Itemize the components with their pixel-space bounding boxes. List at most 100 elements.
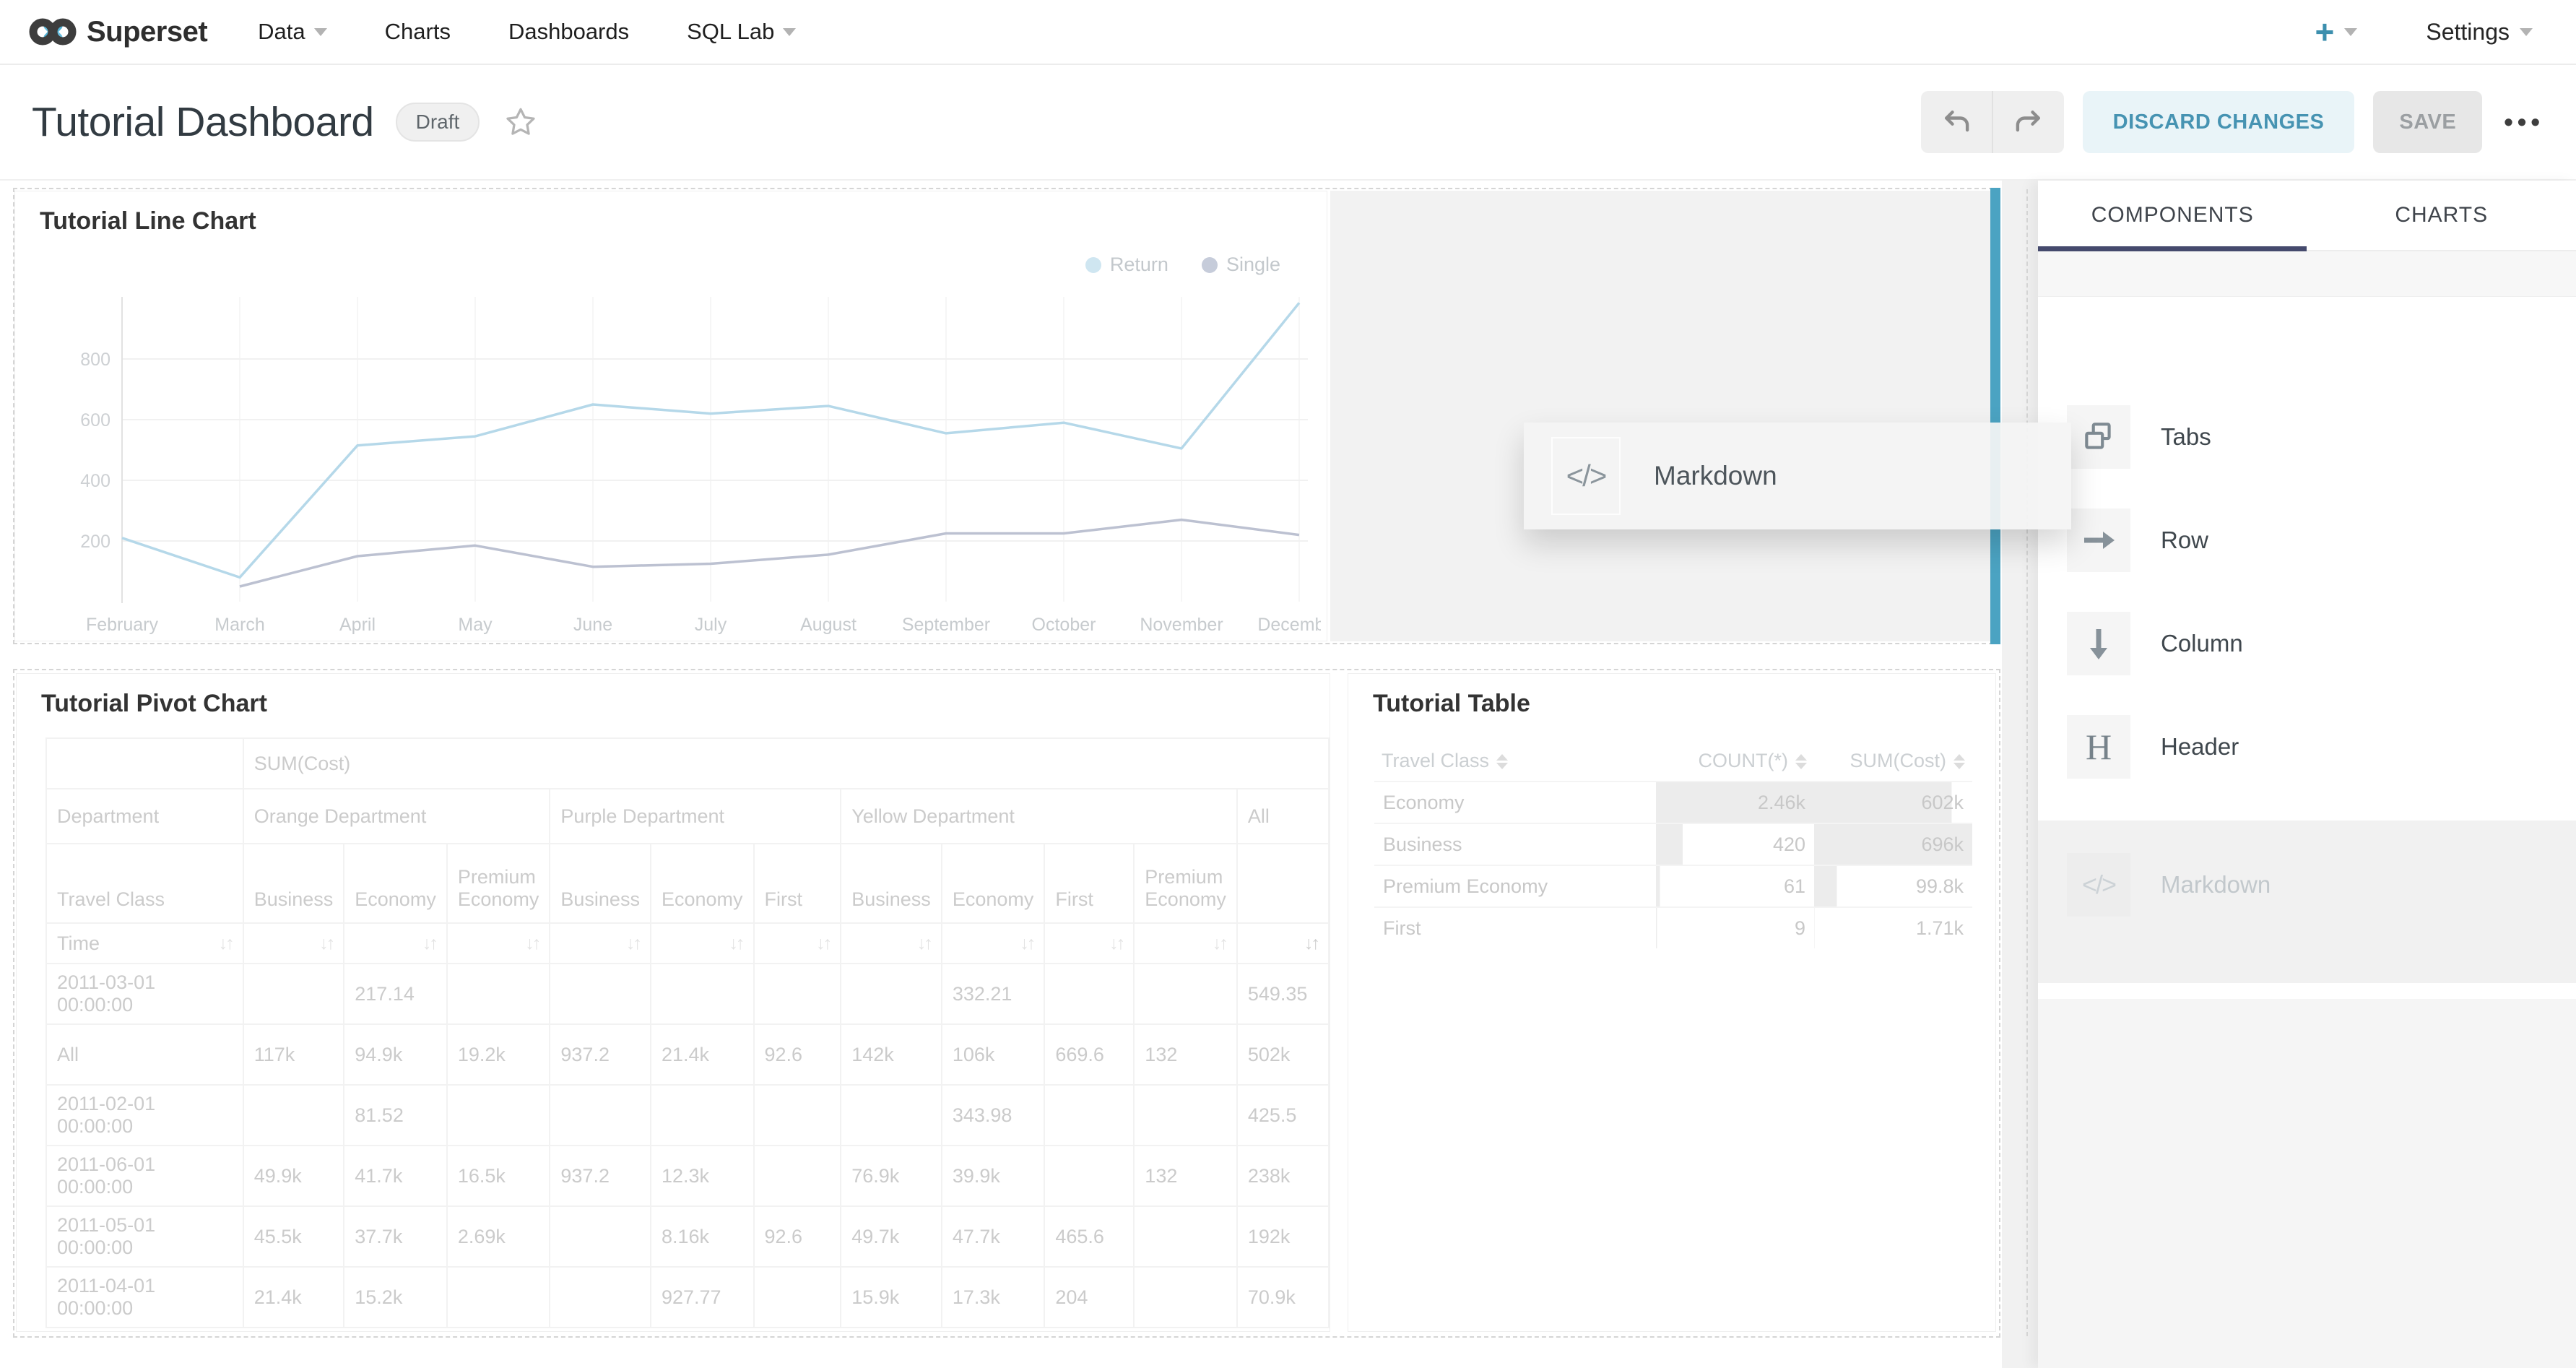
sort-icon xyxy=(1496,754,1508,769)
sidebar-item-header[interactable]: HHeader xyxy=(2067,715,2239,779)
sort-icon[interactable]: ↓↑ xyxy=(1020,933,1033,954)
nav-item-charts[interactable]: Charts xyxy=(385,19,451,45)
undo-icon xyxy=(1940,106,1972,138)
pivot-cell xyxy=(243,964,344,1024)
pivot-cell xyxy=(1237,844,1329,923)
dragged-markdown-card[interactable]: </> Markdown xyxy=(1524,423,2071,529)
pivot-cell: Business xyxy=(841,844,942,923)
sidebar-item-label: Markdown xyxy=(2161,871,2271,899)
pivot-cell: 47.7k xyxy=(942,1206,1045,1267)
pivot-cell: Premium Economy xyxy=(1134,844,1237,923)
pivot-cell xyxy=(1134,964,1237,1024)
component-icon-tile xyxy=(2067,508,2130,572)
sidebar-item-markdown[interactable]: </>Markdown xyxy=(2067,853,2271,917)
sort-icon[interactable]: ↓↑ xyxy=(319,933,333,954)
svg-text:400: 400 xyxy=(80,471,110,491)
redo-button[interactable] xyxy=(1993,91,2064,153)
chevron-down-icon xyxy=(2520,28,2533,36)
pivot-cell: 132 xyxy=(1134,1024,1237,1085)
svg-text:800: 800 xyxy=(80,350,110,370)
pivot-cell: Orange Department xyxy=(243,789,550,844)
sort-icon[interactable]: ↓↑ xyxy=(525,933,539,954)
component-icon-tile: H xyxy=(2067,715,2130,779)
pivot-cell xyxy=(46,738,243,789)
pivot-cell xyxy=(550,1267,651,1328)
add-new-button[interactable]: + xyxy=(2315,15,2358,48)
pivot-cell: ↓↑ xyxy=(942,923,1045,964)
sidebar-item-tabs[interactable]: Tabs xyxy=(2067,405,2211,469)
pivot-cell: 37.7k xyxy=(344,1206,447,1267)
sidebar-item-column[interactable]: Column xyxy=(2067,612,2243,675)
sort-icon[interactable]: ↓↑ xyxy=(1213,933,1226,954)
superset-logo[interactable]: Superset xyxy=(29,15,207,48)
pivot-cell: 106k xyxy=(942,1024,1045,1085)
favorite-star-icon[interactable] xyxy=(504,105,537,139)
pivot-chart-card[interactable]: Tutorial Pivot Chart SUM(Cost)Department… xyxy=(16,673,1330,1332)
pivot-cell: Premium Economy xyxy=(447,844,550,923)
undo-button[interactable] xyxy=(1921,91,1993,153)
sort-icon[interactable]: ↓↑ xyxy=(1304,933,1318,954)
settings-label: Settings xyxy=(2426,19,2510,46)
tab-charts[interactable]: CHARTS xyxy=(2307,181,2576,250)
pivot-cell: 142k xyxy=(841,1024,942,1085)
pivot-cell: 204 xyxy=(1044,1267,1134,1328)
pivot-cell: Travel Class xyxy=(46,844,243,923)
header-actions: DISCARD CHANGES SAVE ••• xyxy=(1921,91,2544,153)
more-options-button[interactable]: ••• xyxy=(2504,107,2544,137)
pivot-cell xyxy=(550,964,651,1024)
settings-menu[interactable]: Settings xyxy=(2426,19,2533,46)
legend-item-single[interactable]: Single xyxy=(1202,254,1280,276)
nav-item-sql-lab[interactable]: SQL Lab xyxy=(687,19,796,45)
line-chart-card[interactable]: Tutorial Line Chart ReturnSingle 2004006… xyxy=(14,191,1327,641)
discard-changes-button[interactable]: DISCARD CHANGES xyxy=(2083,91,2355,153)
drag-item-label: Markdown xyxy=(1654,461,1777,491)
pivot-cell: 937.2 xyxy=(550,1024,651,1085)
column-header-travel-class[interactable]: Travel Class xyxy=(1374,740,1656,782)
row-empty-drop-area xyxy=(1330,191,1990,641)
nav-item-label: Data xyxy=(258,19,305,45)
pivot-cell: 21.4k xyxy=(651,1024,754,1085)
table-chart-card[interactable]: Tutorial Table Travel ClassCOUNT(*)SUM(C… xyxy=(1348,673,1996,1332)
column-header-sum-cost-[interactable]: SUM(Cost) xyxy=(1814,740,1972,782)
nav-item-data[interactable]: Data xyxy=(258,19,326,45)
tab-components[interactable]: COMPONENTS xyxy=(2038,181,2307,250)
cell-sum: 602k xyxy=(1814,782,1972,823)
sort-icon[interactable]: ↓↑ xyxy=(219,933,233,954)
tabs-icon xyxy=(2081,419,2117,455)
nav-item-label: Charts xyxy=(385,19,451,45)
sort-icon[interactable]: ↓↑ xyxy=(816,933,830,954)
column-header-count-[interactable]: COUNT(*) xyxy=(1656,740,1814,782)
line-chart-plot: 200400600800FebruaryMarchAprilMayJuneJul… xyxy=(35,277,1321,638)
svg-text:600: 600 xyxy=(80,410,110,430)
pivot-cell: 8.16k xyxy=(651,1206,754,1267)
column-icon xyxy=(2084,625,2113,662)
pivot-cell: 549.35 xyxy=(1237,964,1329,1024)
sort-icon[interactable]: ↓↑ xyxy=(626,933,640,954)
cell-count: 2.46k xyxy=(1656,782,1814,823)
sort-icon[interactable]: ↓↑ xyxy=(422,933,436,954)
pivot-cell: All xyxy=(1237,789,1329,844)
svg-text:200: 200 xyxy=(80,532,110,552)
sort-icon[interactable]: ↓↑ xyxy=(729,933,743,954)
legend-item-return[interactable]: Return xyxy=(1085,254,1168,276)
sort-icon[interactable]: ↓↑ xyxy=(917,933,931,954)
pivot-cell xyxy=(841,964,942,1024)
pivot-cell: 92.6 xyxy=(754,1206,841,1267)
pivot-cell xyxy=(447,964,550,1024)
pivot-cell: 343.98 xyxy=(942,1085,1045,1146)
component-icon-tile xyxy=(2067,405,2130,469)
pivot-cell xyxy=(754,1146,841,1206)
cell-count: 420 xyxy=(1656,823,1814,865)
pivot-cell xyxy=(550,1085,651,1146)
save-button[interactable]: SAVE xyxy=(2373,91,2482,153)
sort-icon[interactable]: ↓↑ xyxy=(1109,933,1123,954)
pivot-cell: 192k xyxy=(1237,1206,1329,1267)
cell-sum: 696k xyxy=(1814,823,1972,865)
nav-item-dashboards[interactable]: Dashboards xyxy=(508,19,629,45)
chevron-down-icon xyxy=(2344,28,2357,36)
pivot-cell xyxy=(651,964,754,1024)
page-title[interactable]: Tutorial Dashboard xyxy=(32,98,374,146)
sidebar-item-row[interactable]: Row xyxy=(2067,508,2208,572)
table-chart-grid: Travel ClassCOUNT(*)SUM(Cost)Economy2.46… xyxy=(1374,740,1972,948)
pivot-cell xyxy=(651,1085,754,1146)
